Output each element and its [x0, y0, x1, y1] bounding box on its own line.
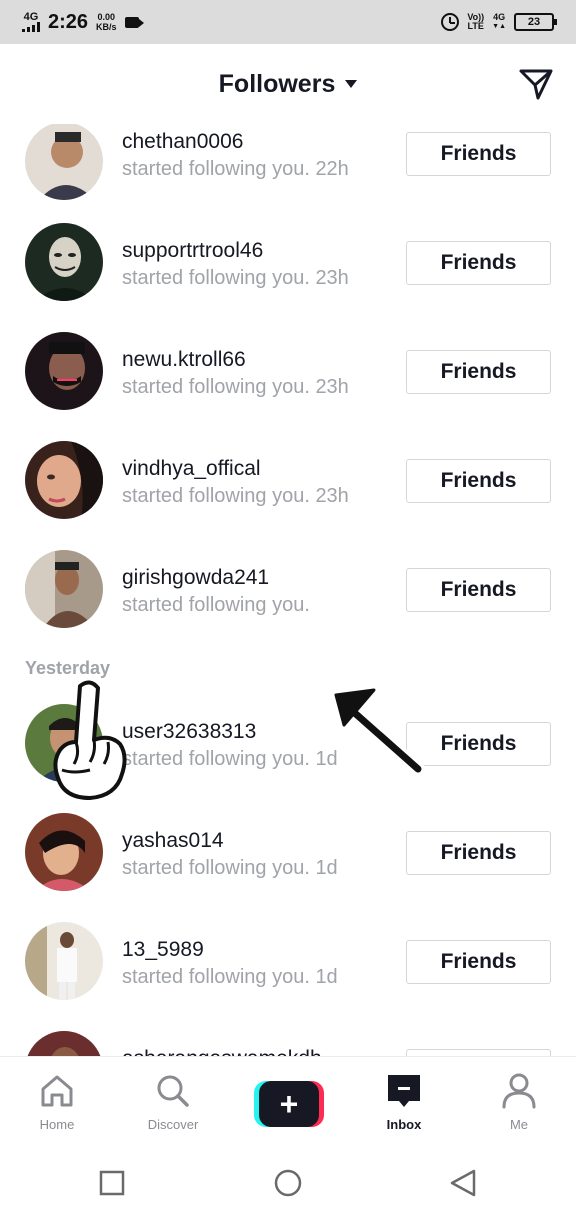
friends-button[interactable] — [406, 1049, 551, 1056]
caret-down-icon — [345, 80, 358, 88]
pointer-arrow-icon — [330, 683, 425, 776]
username[interactable]: supportrtrool46 — [122, 239, 263, 263]
inbox-icon — [388, 1075, 420, 1107]
bottom-nav: Home Discover + Inbox Me — [0, 1056, 576, 1146]
avatar[interactable] — [25, 223, 103, 301]
follow-subtext: started following you. 23h — [122, 267, 349, 289]
list-item[interactable]: girishgowda241 started following you. Fr… — [0, 550, 576, 652]
follow-subtext: started following you. 22h — [122, 158, 349, 180]
list-item[interactable]: supportrtrool46 started following you. 2… — [0, 223, 576, 325]
circle-home-icon[interactable] — [273, 1168, 303, 1198]
avatar[interactable] — [25, 1031, 103, 1056]
paper-plane-icon[interactable] — [518, 66, 554, 102]
pointing-hand-icon — [53, 680, 127, 800]
username[interactable]: girishgowda241 — [122, 566, 269, 590]
username[interactable]: 13_5989 — [122, 938, 204, 962]
network-right-label: 4G — [493, 12, 506, 22]
username[interactable]: user32638313 — [122, 720, 256, 744]
plus-icon: + — [259, 1081, 319, 1127]
nav-me-label: Me — [509, 1117, 529, 1132]
list-item[interactable]: asharangaswamekdh — [0, 1031, 576, 1056]
network-speed: 0.00 KB/s — [96, 12, 117, 32]
status-left: 4G 2:26 0.00 KB/s — [22, 10, 144, 34]
friends-button[interactable]: Friends — [406, 459, 551, 503]
follow-subtext: started following you. 1d — [122, 748, 338, 770]
header: Followers — [0, 44, 576, 124]
nav-inbox-label: Inbox — [386, 1117, 422, 1132]
friends-button[interactable]: Friends — [406, 350, 551, 394]
page-title: Followers — [218, 69, 336, 98]
follow-subtext: started following you. 1d — [122, 966, 338, 988]
status-right: Vo)) LTE 4G ▼▲ 23 — [441, 12, 557, 31]
network-type-right: 4G ▼▲ — [492, 12, 506, 31]
list-item[interactable]: vindhya_offical started following you. 2… — [0, 441, 576, 543]
search-icon — [157, 1075, 189, 1107]
nav-discover[interactable]: Discover — [128, 1071, 218, 1132]
username[interactable]: yashas014 — [122, 829, 224, 853]
battery-level: 23 — [527, 16, 541, 28]
nav-me[interactable]: Me — [474, 1071, 564, 1132]
username[interactable]: chethan0006 — [122, 130, 243, 154]
follow-subtext: started following you. — [122, 594, 310, 616]
avatar[interactable] — [25, 441, 103, 519]
signal-icon: 4G — [22, 12, 40, 32]
friends-button[interactable]: Friends — [406, 568, 551, 612]
avatar[interactable] — [25, 332, 103, 410]
home-icon — [41, 1075, 73, 1107]
status-bar: 4G 2:26 0.00 KB/s Vo)) LTE 4G ▼▲ 23 — [0, 0, 576, 44]
friends-button[interactable]: Friends — [406, 831, 551, 875]
username[interactable]: vindhya_offical — [122, 457, 261, 481]
nav-home-label: Home — [39, 1117, 75, 1132]
nav-home[interactable]: Home — [12, 1071, 102, 1132]
network-type: 4G — [23, 11, 39, 23]
nav-inbox[interactable]: Inbox — [359, 1071, 449, 1132]
video-record-icon — [124, 16, 144, 28]
speed-value: 0.00 — [97, 12, 116, 22]
avatar[interactable] — [25, 550, 103, 628]
follow-subtext: started following you. 23h — [122, 485, 349, 507]
followers-dropdown[interactable]: Followers — [219, 70, 358, 99]
square-recents-icon[interactable] — [97, 1168, 127, 1198]
triangle-back-icon[interactable] — [448, 1168, 478, 1198]
friends-button[interactable]: Friends — [406, 132, 551, 176]
list-item[interactable]: chethan0006 started following you. 22h F… — [0, 124, 576, 216]
nav-discover-label: Discover — [147, 1117, 199, 1132]
notification-list[interactable]: chethan0006 started following you. 22h F… — [0, 124, 576, 1056]
avatar[interactable] — [25, 813, 103, 891]
avatar[interactable] — [25, 922, 103, 1000]
section-header-yesterday: Yesterday — [25, 658, 111, 678]
follow-subtext: started following you. 23h — [122, 376, 349, 398]
lte-label: LTE — [467, 21, 484, 31]
clock: 2:26 — [48, 10, 89, 33]
create-button[interactable]: + — [254, 1081, 324, 1127]
system-nav-bar — [0, 1146, 576, 1216]
avatar[interactable] — [25, 124, 103, 200]
person-icon — [502, 1073, 536, 1109]
speed-unit: KB/s — [96, 22, 117, 32]
battery-icon: 23 — [514, 13, 557, 31]
volte-indicator: Vo)) LTE — [467, 13, 484, 31]
list-item[interactable]: 13_5989 started following you. 1d Friend… — [0, 922, 576, 1024]
follow-subtext: started following you. 1d — [122, 857, 338, 879]
alarm-icon — [441, 13, 460, 31]
list-item[interactable]: newu.ktroll66 started following you. 23h… — [0, 332, 576, 434]
username[interactable]: newu.ktroll66 — [122, 348, 246, 372]
friends-button[interactable]: Friends — [406, 241, 551, 285]
list-item[interactable]: yashas014 started following you. 1d Frie… — [0, 813, 576, 915]
username[interactable]: asharangaswamekdh — [122, 1047, 322, 1056]
friends-button[interactable]: Friends — [406, 940, 551, 984]
